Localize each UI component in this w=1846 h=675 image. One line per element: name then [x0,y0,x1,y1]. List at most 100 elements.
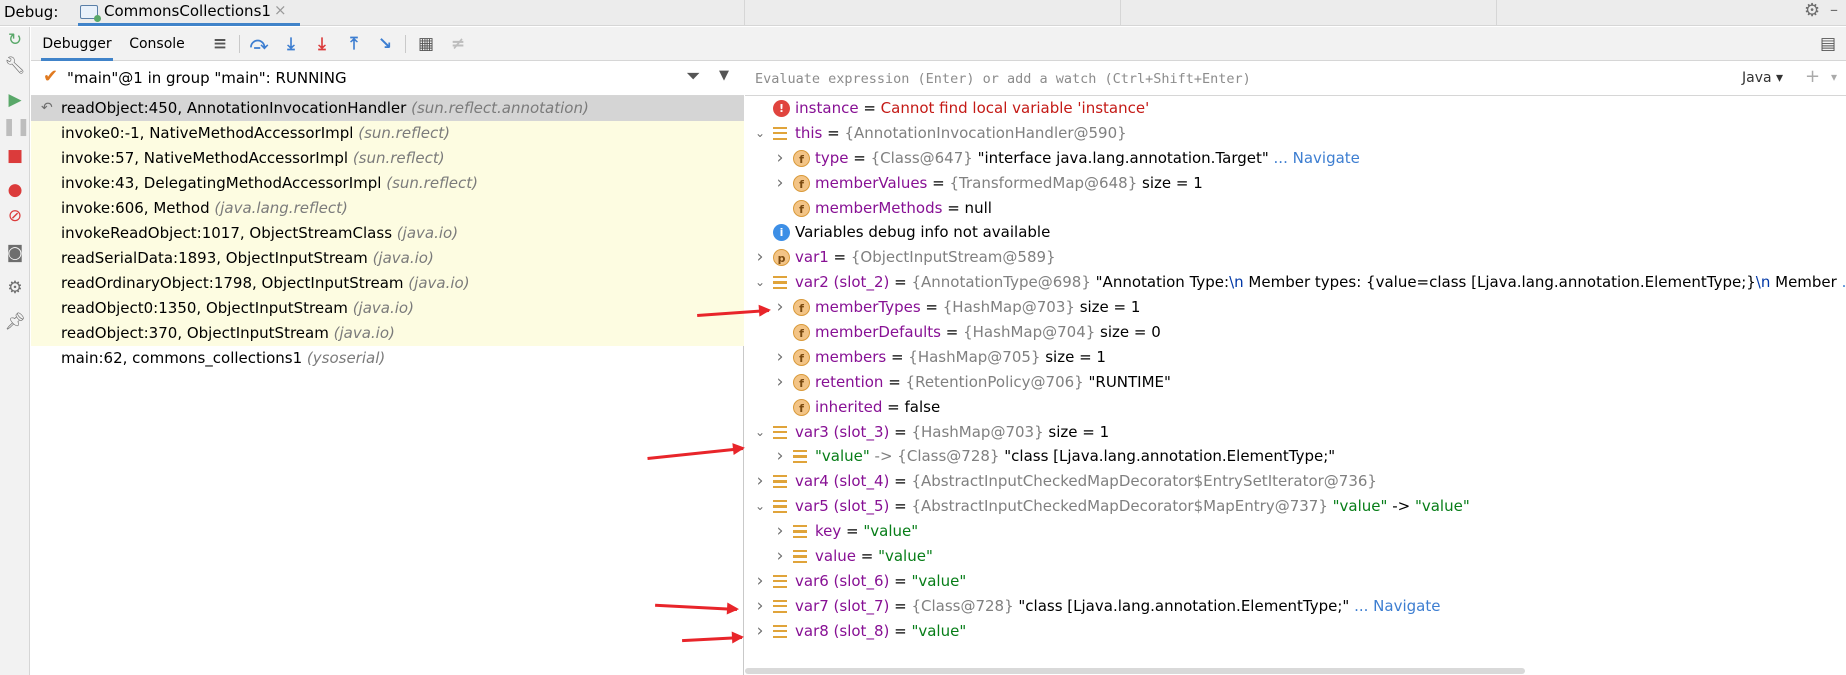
variable-row[interactable]: › var7 (slot_7) = {Class@728} "class [Lja… [745,594,1846,619]
variable-row[interactable]: ⌄ this = {AnnotationInvocationHandler@590… [745,121,1846,146]
variable-part: = [841,522,864,541]
step-out-icon[interactable]: ⤒ [341,31,367,57]
navigate-link[interactable]: ... View [1842,273,1846,291]
chevron-right-icon[interactable]: › [753,619,767,644]
variable-row[interactable]: ⌄ var2 (slot_2) = {AnnotationType@698} "A… [745,270,1846,295]
minimize-icon[interactable]: – [1830,0,1838,19]
evaluate-expression-input[interactable] [745,62,1725,95]
tab-console[interactable]: Console [127,27,187,61]
tab-debugger[interactable]: Debugger [41,27,113,61]
variable-part: var1 [795,248,829,267]
variables-tree: ! instance = Cannot find local variable '… [745,96,1846,644]
language-selector[interactable]: Java ▾ [1742,70,1783,86]
frame-row[interactable]: readSerialData:1893, ObjectInputStream (… [31,246,744,271]
frame-row[interactable]: invoke:43, DelegatingMethodAccessorImpl … [31,171,744,196]
chevron-right-icon[interactable]: › [753,594,767,619]
variable-part: = [886,347,909,366]
variable-row[interactable]: f memberMethods = null [745,196,1846,221]
variable-row[interactable]: › f type = {Class@647} "interface java.lan… [745,146,1846,171]
variable-part: var7 (slot_7) [795,596,890,615]
chevron-down-icon[interactable]: ⌄ [753,121,767,146]
thread-selector[interactable]: ✔ "main"@1 in group "main": RUNNING ⏷ ▼ [31,62,744,96]
settings-icon[interactable]: ⚙ [2,275,28,301]
horizontal-scrollbar[interactable] [745,668,1525,674]
chevron-down-icon[interactable]: ⌄ [753,270,767,295]
stop-icon[interactable]: ■ [2,143,28,169]
chevron-right-icon[interactable]: › [773,444,787,469]
chevron-right-icon[interactable]: › [753,245,767,270]
frame-row[interactable]: ↶ readObject:450, AnnotationInvocationHan… [31,96,744,121]
frame-row[interactable]: main:62, commons_collections1 (ysoserial… [31,346,744,371]
chevron-right-icon[interactable]: › [773,146,787,171]
wrench-icon[interactable]: 🔧︎ [2,53,28,79]
variable-row[interactable]: › f members = {HashMap@705} size = 1 [745,345,1846,370]
chevron-right-icon[interactable]: › [773,345,787,370]
variable-row[interactable]: › var4 (slot_4) = {AbstractInputCheckedMa… [745,469,1846,494]
chevron-right-icon[interactable]: › [773,544,787,569]
add-watch-icon[interactable]: + [1805,66,1820,87]
frame-row[interactable]: invoke0:-1, NativeMethodAccessorImpl (su… [31,121,744,146]
variable-part: key [815,522,842,541]
variable-text: memberValues = {TransformedMap@648} size… [815,171,1203,196]
variable-row[interactable]: › f retention = {RetentionPolicy@706} "RUN… [745,370,1846,395]
trace-icon[interactable]: ≠ [445,31,471,57]
divider [1120,0,1121,26]
variable-row[interactable]: › f memberValues = {TransformedMap@648} si… [745,171,1846,196]
close-icon[interactable]: × [274,1,287,19]
step-over-icon[interactable]: ⤼ [246,31,272,57]
variable-row[interactable]: › f memberTypes = {HashMap@703} size = 1 [745,295,1846,320]
chevron-down-icon[interactable]: ⌄ [753,494,767,519]
frame-row[interactable]: invoke:606, Method (java.lang.reflect) [31,196,744,221]
variable-part: = [920,298,943,317]
variable-row[interactable]: ⌄ var3 (slot_3) = {HashMap@703} size = 1 [745,420,1846,445]
variable-part: = [822,123,845,142]
camera-icon[interactable]: ◙ [2,240,28,266]
variable-row[interactable]: i Variables debug info not available [745,220,1846,245]
frame-row[interactable]: invoke:57, NativeMethodAccessorImpl (sun… [31,146,744,171]
variable-row[interactable]: › "value" -> {Class@728} "class [Ljava.la… [745,444,1846,469]
variable-part: var6 (slot_6) [795,571,890,590]
variable-row[interactable]: ⌄ var5 (slot_5) = {AbstractInputCheckedMa… [745,494,1846,519]
step-into-icon[interactable]: ⤓ [278,31,304,57]
variable-part: size = 1 [1045,347,1106,366]
restore-layout-icon[interactable]: ▤ [1815,31,1841,57]
gear-icon[interactable]: ⚙ [1804,0,1820,21]
variable-row[interactable]: f inherited = false [745,395,1846,420]
navigate-link[interactable]: ... Navigate [1349,597,1440,615]
frame-row[interactable]: readOrdinaryObject:1798, ObjectInputStre… [31,271,744,296]
view-breakpoints-icon[interactable]: ● [2,177,28,203]
variable-row[interactable]: › var6 (slot_6) = "value" [745,569,1846,594]
force-step-into-icon[interactable]: ⤓ [309,31,335,57]
variable-row[interactable]: › var8 (slot_8) = "value" [745,619,1846,644]
variable-row[interactable]: f memberDefaults = {HashMap@704} size = 0 [745,320,1846,345]
pause-icon[interactable]: ❚❚ [2,114,31,140]
rerun-icon[interactable]: ↻ [2,27,28,53]
navigate-link[interactable]: ... Navigate [1269,149,1360,167]
variable-row[interactable]: › key = "value" [745,519,1846,544]
frame-row[interactable]: readObject0:1350, ObjectInputStream (jav… [31,296,744,321]
variable-row[interactable]: › value = "value" [745,544,1846,569]
chevron-right-icon[interactable]: › [753,469,767,494]
chevron-right-icon[interactable]: › [773,370,787,395]
run-to-cursor-icon[interactable]: ↘ [372,31,398,57]
calculator-icon[interactable]: ▦ [413,31,439,57]
pin-icon[interactable]: 📌︎ [2,309,28,335]
chevron-down-icon[interactable]: ▼ [719,68,729,83]
variable-row[interactable]: ! instance = Cannot find local variable '… [745,96,1846,121]
chevron-down-icon[interactable]: ▾ [1831,70,1837,84]
variable-row[interactable]: › p var1 = {ObjectInputStream@589} [745,245,1846,270]
frame-row[interactable]: invokeReadObject:1017, ObjectStreamClass… [31,221,744,246]
chevron-right-icon[interactable]: › [753,569,767,594]
chevron-right-icon[interactable]: › [773,171,787,196]
chevron-right-icon[interactable]: › [773,295,787,320]
chevron-right-icon[interactable]: › [773,519,787,544]
resume-icon[interactable]: ▶ [2,87,28,113]
variable-part: {HashMap@705} [908,347,1046,366]
frame-row[interactable]: readObject:370, ObjectInputStream (java.… [31,321,744,346]
chevron-down-icon[interactable]: ⌄ [753,420,767,445]
mute-breakpoints-icon[interactable]: ⊘ [2,203,28,229]
tab-commonscollections1[interactable]: CommonsCollections1 × [78,0,300,26]
filter-icon[interactable]: ⏷ [686,66,700,87]
layout-menu-icon[interactable]: ≡ [207,31,233,57]
variable-text: var5 (slot_5) = {AbstractInputCheckedMap… [795,494,1470,519]
